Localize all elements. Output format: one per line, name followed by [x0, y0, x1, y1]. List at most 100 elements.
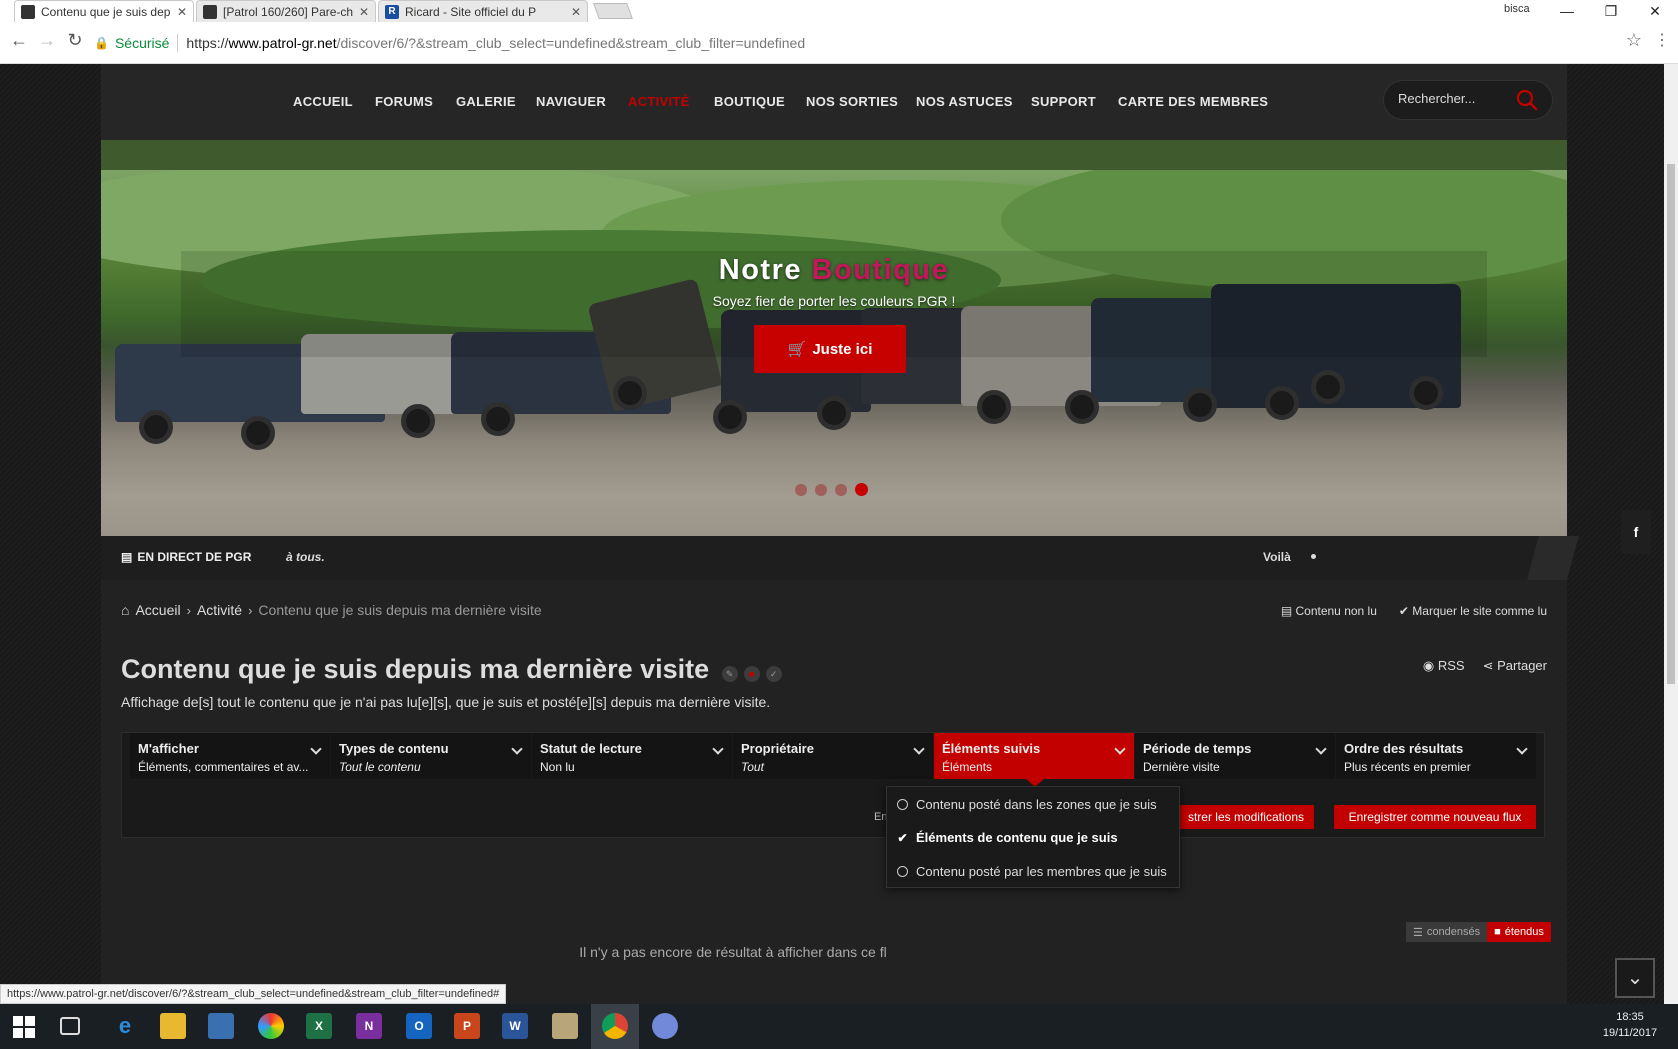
shop-button[interactable]: 🛒 Juste ici [754, 325, 906, 373]
edge-icon[interactable]: e [112, 1013, 138, 1039]
unread-content-link[interactable]: ▤ Contenu non lu [1281, 604, 1377, 618]
task-view-icon[interactable] [60, 1017, 80, 1035]
filter-statut-de-lecture[interactable]: Statut de lecture Non lu [532, 733, 733, 779]
save-new-stream-button[interactable]: Enregistrer comme nouveau flux [1334, 805, 1536, 829]
photos-icon[interactable] [258, 1013, 284, 1039]
minimize-icon[interactable]: — [1544, 0, 1590, 22]
store-icon[interactable] [208, 1013, 234, 1039]
close-window-icon[interactable]: ✕ [1632, 0, 1678, 22]
condensed-view-button[interactable]: ☰ condensés [1406, 922, 1488, 942]
nav-item-galerie[interactable]: GALERIE [456, 94, 516, 109]
clock-time: 18:35 [1616, 1011, 1644, 1023]
dropdown-option-zones[interactable]: Contenu posté dans les zones que je suis [897, 797, 1157, 812]
close-tab-icon[interactable]: ✕ [177, 5, 187, 19]
chrome-icon[interactable] [602, 1013, 628, 1039]
carousel-dot-active[interactable] [855, 483, 868, 496]
outlook-icon[interactable]: O [406, 1013, 432, 1039]
filter-mafficher[interactable]: M'afficher Éléments, commentaires et av.… [130, 733, 331, 779]
dropdown-option-elements[interactable]: ✔ Éléments de contenu que je suis [897, 830, 1118, 845]
system-clock[interactable]: 18:35 19/11/2017 [1600, 1009, 1660, 1041]
forward-arrow-icon[interactable]: → [36, 30, 58, 51]
windows-start-icon[interactable] [12, 1015, 36, 1039]
nav-item-nos-sorties[interactable]: NOS SORTIES [806, 94, 898, 109]
app-icon[interactable] [552, 1013, 578, 1039]
nav-item-nos-astuces[interactable]: NOS ASTUCES [916, 94, 1013, 109]
restore-icon[interactable]: ❐ [1588, 0, 1634, 22]
url-text[interactable]: https://www.patrol-gr.net/discover/6/?&s… [186, 35, 805, 51]
page-scrollbar[interactable] [1664, 64, 1678, 1004]
filter-ordre-des-resultats[interactable]: Ordre des résultats Plus récents en prem… [1336, 733, 1537, 779]
edit-icon[interactable]: ✎ [721, 665, 738, 682]
breadcrumb-home[interactable]: Accueil [135, 602, 180, 618]
hero-title: Notre Boutique [101, 254, 1567, 287]
excel-icon[interactable]: X [306, 1013, 332, 1039]
new-tab-button[interactable] [593, 3, 633, 19]
site-favicon-icon [21, 4, 35, 19]
nav-item-forums[interactable]: FORUMS [375, 94, 433, 109]
nav-item-naviguer[interactable]: NAVIGUER [536, 94, 606, 109]
carousel-dot[interactable] [835, 483, 847, 496]
reload-icon[interactable]: ↻ [64, 30, 86, 51]
tab-title: Contenu que je suis depu [41, 4, 171, 19]
close-tab-icon[interactable]: ✕ [359, 5, 369, 19]
ticker-bullet [1311, 554, 1316, 559]
carousel-dot[interactable] [795, 483, 807, 496]
nav-item-boutique[interactable]: BOUTIQUE [714, 94, 785, 109]
discord-icon[interactable] [652, 1013, 678, 1039]
dropdown-option-membres[interactable]: Contenu posté par les membres que je sui… [897, 864, 1167, 879]
browser-tab-active[interactable]: Contenu que je suis depu ✕ [14, 0, 194, 22]
scrollbar-thumb[interactable] [1667, 164, 1675, 684]
radio-icon [897, 799, 908, 810]
address-bar[interactable]: 🔒 Sécurisé https://www.patrol-gr.net/dis… [94, 27, 1650, 59]
stream-filter-panel: M'afficher Éléments, commentaires et av.… [121, 732, 1545, 838]
rss-link[interactable]: ◉ RSS [1423, 658, 1465, 674]
wheel-shape [1265, 386, 1299, 420]
chevron-right-icon: › [248, 602, 253, 618]
nav-item-support[interactable]: SUPPORT [1031, 94, 1096, 109]
browser-tab[interactable]: R Ricard - Site officiel du P ✕ [378, 0, 588, 22]
scroll-down-button[interactable]: ⌄ [1615, 958, 1655, 998]
nav-item-accueil[interactable]: ACCUEIL [293, 94, 353, 109]
tab-title: Ricard - Site officiel du P [405, 4, 537, 19]
browser-user-name[interactable]: bisca [1504, 3, 1530, 15]
filter-elements-suivis[interactable]: Éléments suivis Éléments [934, 733, 1135, 787]
search-input[interactable] [1398, 91, 1508, 106]
filter-label: Types de contenu [339, 741, 449, 756]
powerpoint-icon[interactable]: P [454, 1013, 480, 1039]
title-icons: ✎ ■ ✓ [721, 665, 782, 682]
filter-periode-de-temps[interactable]: Période de temps Dernière visite [1135, 733, 1336, 779]
save-changes-button[interactable]: strer les modifications [1174, 805, 1314, 829]
breadcrumb-actions: ▤ Contenu non lu ✔ Marquer le site comme… [1281, 604, 1547, 618]
nav-item-carte-des-membres[interactable]: CARTE DES MEMBRES [1118, 94, 1268, 109]
mark-site-read-link[interactable]: ✔ Marquer le site comme lu [1399, 604, 1547, 618]
filter-types-de-contenu[interactable]: Types de contenu Tout le contenu [331, 733, 532, 779]
browser-tab[interactable]: [Patrol 160/260] Pare-ch ✕ [196, 0, 376, 22]
onenote-icon[interactable]: N [356, 1013, 382, 1039]
word-icon[interactable]: W [502, 1013, 528, 1039]
breadcrumb-activite[interactable]: Activité [197, 602, 242, 618]
facebook-share-icon[interactable]: f [1621, 510, 1651, 554]
back-arrow-icon[interactable]: ← [8, 30, 30, 51]
file-explorer-icon[interactable] [160, 1013, 186, 1039]
option-label: Éléments de contenu que je suis [916, 830, 1118, 845]
page-description: Affichage de[s] tout le contenu que je n… [121, 694, 771, 710]
rss-icon: ◉ [1422, 658, 1438, 673]
windows-taskbar: e X N O P W 18:35 19/11/2017 [0, 1004, 1678, 1049]
option-label: Contenu posté par les membres que je sui… [916, 864, 1167, 879]
browser-menu-icon[interactable]: ⋮ [1654, 30, 1670, 50]
share-label: Partager [1497, 658, 1547, 673]
share-link[interactable]: ⋖ Partager [1483, 658, 1547, 674]
check-icon[interactable]: ✓ [765, 665, 782, 682]
carousel-dot[interactable] [815, 483, 827, 496]
bookmark-star-icon[interactable]: ☆ [1626, 30, 1642, 51]
nav-item-activite[interactable]: ACTIVITÉ [628, 94, 690, 109]
expanded-view-button[interactable]: ■ étendus [1487, 922, 1551, 942]
delete-icon[interactable]: ■ [743, 665, 760, 682]
filter-proprietaire[interactable]: Propriétaire Tout [733, 733, 934, 779]
page-header: Contenu que je suis depuis ma dernière v… [121, 654, 782, 685]
condensed-label: condensés [1426, 926, 1481, 938]
filter-value: Éléments, commentaires et av... [138, 760, 309, 774]
ticker-message: à tous. [286, 550, 325, 564]
close-tab-icon[interactable]: ✕ [571, 5, 581, 19]
search-icon[interactable] [1516, 89, 1538, 111]
